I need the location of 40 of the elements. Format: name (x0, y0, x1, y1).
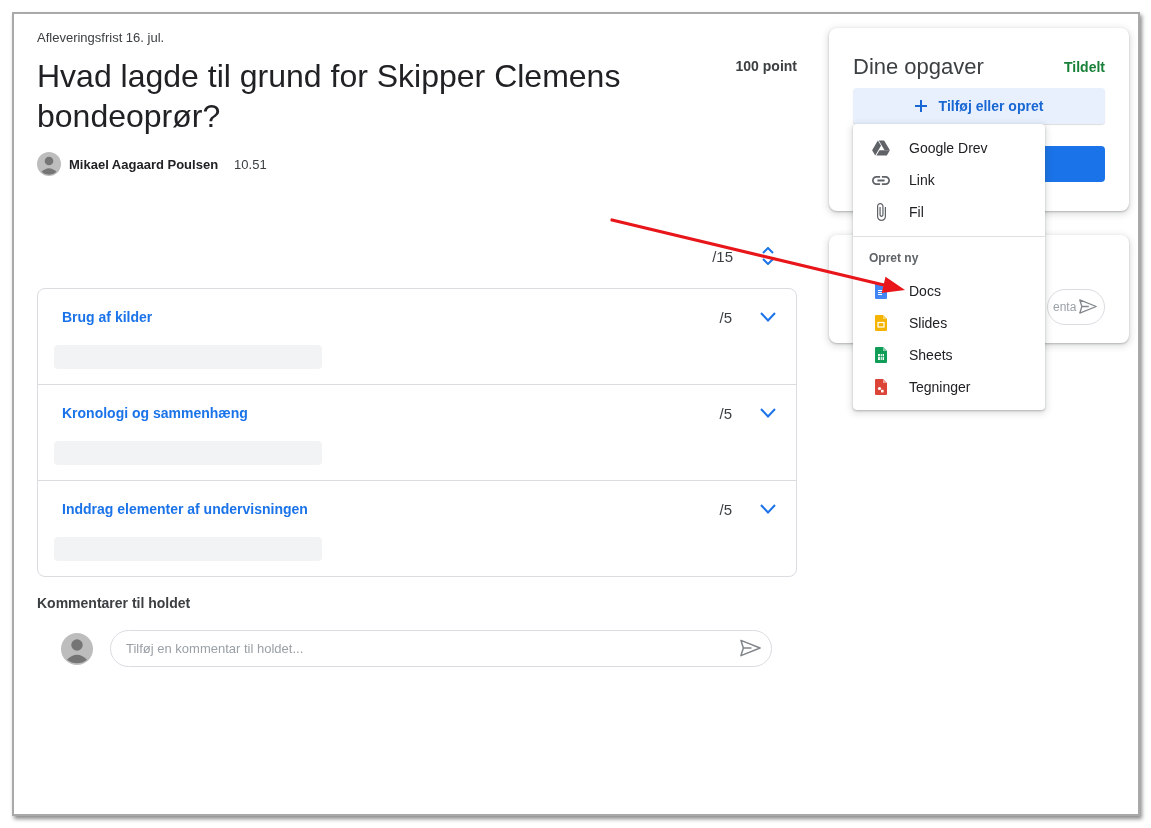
link-icon (872, 175, 890, 185)
chevron-down-icon[interactable] (760, 504, 776, 514)
comment-field[interactable]: Tilføj en kommentar til holdet... (110, 630, 772, 667)
plus-icon (914, 100, 927, 112)
slide-file-icon (875, 315, 887, 331)
due-date: Afleveringsfrist 16. jul. (37, 29, 165, 47)
chevron-down-icon[interactable] (760, 312, 776, 322)
status-label: Tildelt (1064, 59, 1105, 75)
post-time: 10.51 (234, 156, 267, 172)
points-label: 100 point (735, 57, 797, 76)
expand-collapse-icon[interactable] (762, 247, 774, 265)
menu-section-heading: Opret ny (868, 250, 920, 267)
avatar-icon (37, 152, 61, 176)
criterion-score: /5 (719, 308, 732, 326)
criterion-title: Inddrag elementer af undervisningen (62, 501, 308, 517)
avatar-icon (61, 632, 93, 665)
menu-item[interactable]: Link (853, 164, 1045, 196)
drawing-file-icon (875, 379, 887, 395)
author-name: Mikael Aagaard Poulsen (69, 156, 219, 172)
menu-item[interactable]: Slides (853, 307, 1045, 339)
paperclip-icon (876, 203, 886, 221)
spreadsheet-file-icon (875, 347, 887, 363)
criterion-title: Brug af kilder (62, 309, 153, 325)
menu-item[interactable]: Sheets (853, 339, 1045, 371)
comment-field[interactable]: enta (1047, 289, 1105, 325)
menu-item[interactable]: Google Drev (853, 132, 1045, 164)
chevron-down-icon[interactable] (760, 408, 776, 418)
menu-item[interactable]: Fil (853, 196, 1045, 228)
criterion-score: /5 (719, 404, 732, 422)
criterion-title: Kronologi og sammenhæng (62, 405, 248, 421)
triangle-icon (872, 140, 890, 156)
send-icon[interactable] (1079, 299, 1097, 314)
send-icon[interactable] (740, 639, 761, 657)
criterion-score: /5 (719, 500, 732, 518)
your-work-title: Dine opgaver (853, 53, 984, 81)
menu-item[interactable]: Tegninger (853, 371, 1045, 403)
add-or-create-button[interactable]: Tilføj eller opret (853, 88, 1105, 124)
assignment-title: Hvad lagde til grund for Skipper Clemens bondeoprør? (37, 57, 622, 136)
class-comments-heading: Kommentarer til holdet (37, 594, 191, 613)
total-score: /15 (712, 247, 733, 265)
